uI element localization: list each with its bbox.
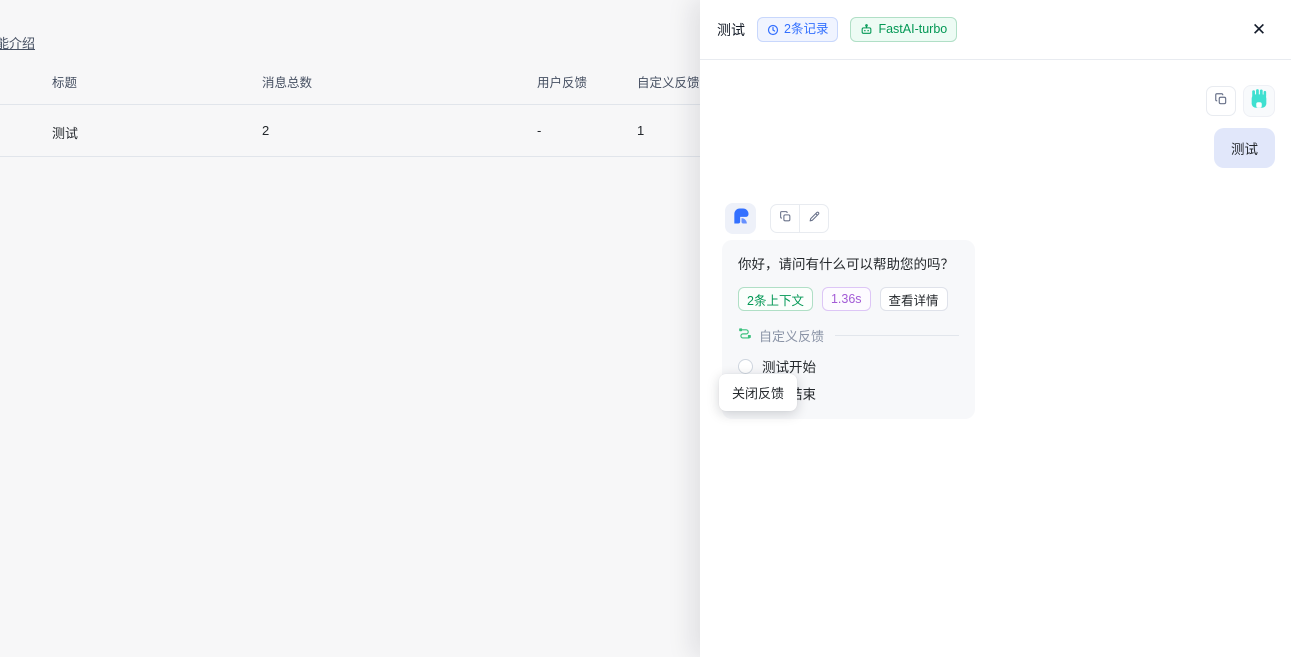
chat-detail-drawer: 测试 2条记录 FastAI-turbo ✕ <box>700 0 1291 657</box>
custom-feedback-title: 自定义反馈 <box>759 326 824 345</box>
records-badge-label: 2条记录 <box>784 23 828 36</box>
close-icon[interactable]: ✕ <box>1247 18 1271 42</box>
chat-area: 测试 <box>700 60 1291 657</box>
user-message-bubble: 测试 <box>1214 128 1275 168</box>
feedback-option-label: 测试开始 <box>762 356 816 376</box>
clock-icon <box>767 24 779 36</box>
robot-icon <box>860 23 873 36</box>
assistant-message-text: 你好，请问有什么可以帮助您的吗？ <box>738 255 959 274</box>
copy-message-button[interactable] <box>1206 86 1236 116</box>
feedback-option-start[interactable]: 测试开始 <box>738 356 959 376</box>
edit-icon <box>808 210 821 228</box>
assistant-avatar <box>725 203 756 234</box>
model-badge-label: FastAI-turbo <box>878 23 947 36</box>
response-time-badge: 1.36s <box>822 287 871 311</box>
model-badge: FastAI-turbo <box>850 17 957 42</box>
records-badge: 2条记录 <box>757 17 838 42</box>
hand-avatar-icon <box>1248 88 1270 115</box>
user-avatar <box>1243 85 1275 117</box>
custom-feedback-header: 自定义反馈 <box>738 326 959 345</box>
assistant-message-actions <box>770 204 829 233</box>
route-icon <box>738 326 752 345</box>
radio-icon[interactable] <box>738 359 753 374</box>
view-detail-button[interactable]: 查看详情 <box>880 287 948 311</box>
response-meta-row: 2条上下文 1.36s 查看详情 <box>738 287 959 311</box>
close-feedback-tooltip: 关闭反馈 <box>719 374 797 411</box>
edit-response-button[interactable] <box>800 205 828 232</box>
feedback-divider <box>835 335 959 336</box>
drawer-header: 测试 2条记录 FastAI-turbo ✕ <box>700 0 1291 60</box>
copy-response-button[interactable] <box>771 205 799 232</box>
context-count-badge[interactable]: 2条上下文 <box>738 287 813 311</box>
fastgpt-logo-icon <box>731 206 751 231</box>
copy-icon <box>779 210 792 228</box>
assistant-message-header <box>725 203 829 234</box>
copy-icon <box>1214 92 1228 111</box>
drawer-title: 测试 <box>717 20 745 40</box>
user-message-actions <box>1206 85 1275 117</box>
